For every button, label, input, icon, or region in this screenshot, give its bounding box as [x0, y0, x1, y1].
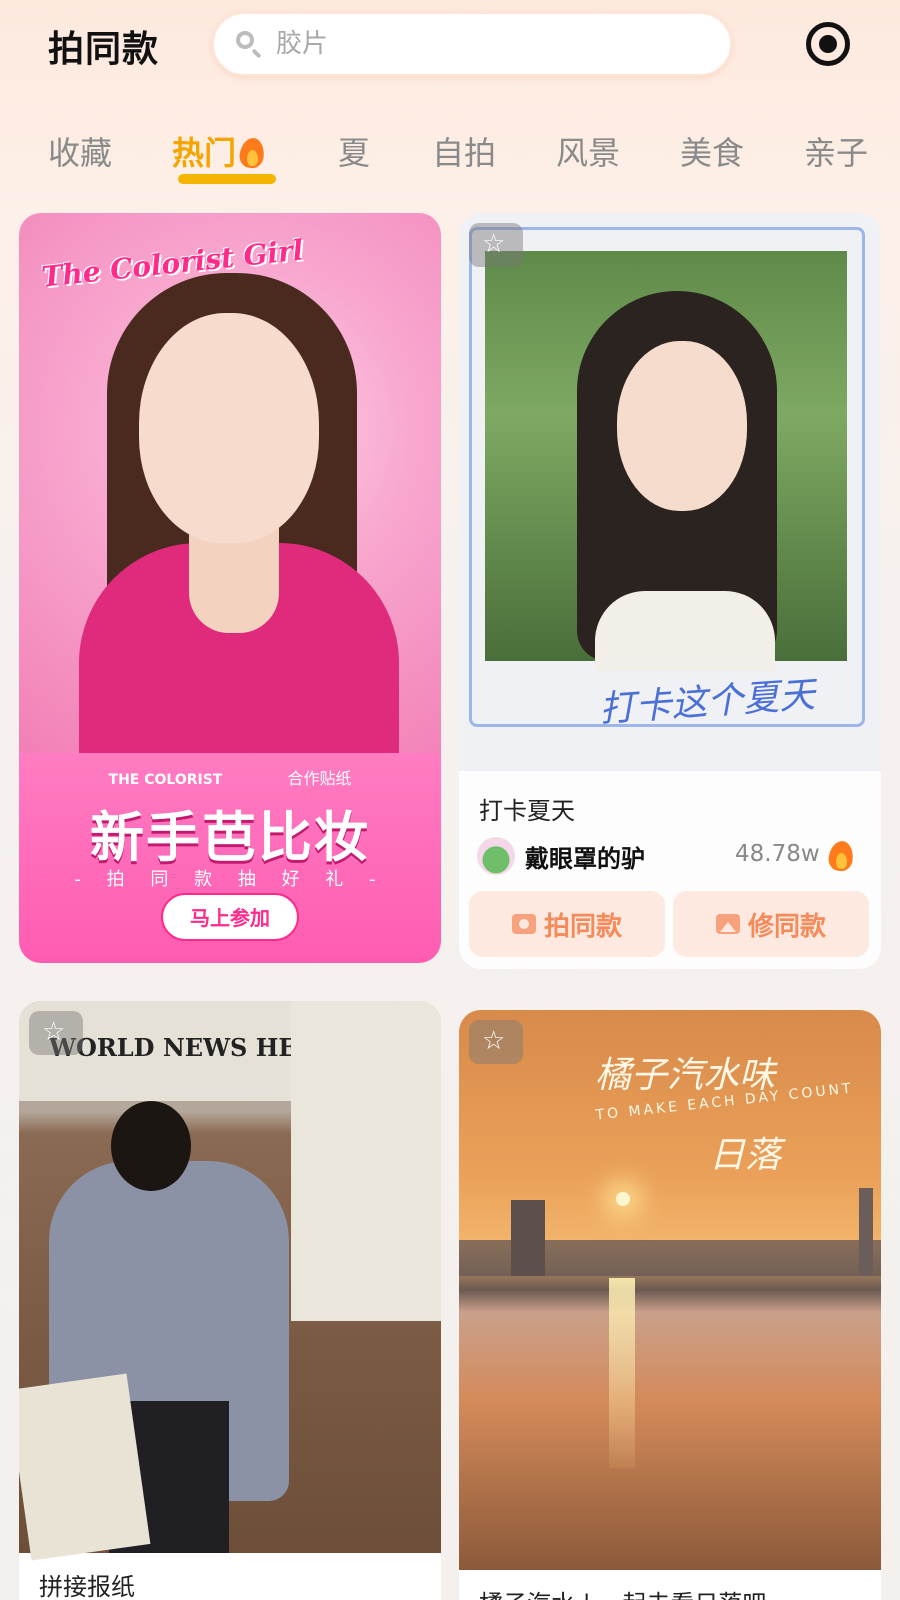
camera-icon [511, 914, 536, 934]
tab-favorites[interactable]: 收藏 [48, 128, 112, 174]
template-card[interactable]: 橘子汽水味 TO MAKE EACH DAY COUNT 日落 ☆ 橘子汽水 |… [459, 1010, 881, 1600]
star-icon[interactable]: ☆ [29, 1011, 83, 1055]
join-now-button[interactable]: 马上参加 [161, 893, 299, 941]
search-icon [234, 29, 264, 59]
active-tab-indicator [178, 174, 276, 184]
page-title: 拍同款 [48, 29, 160, 70]
promo-banner: THE COLORIST 合作贴纸 新手芭比妆 - 拍 同 款 抽 好 礼 - … [19, 753, 441, 963]
header: 拍同款 [0, 0, 900, 92]
image-icon [715, 914, 740, 934]
category-tabs: 收藏 热门 夏 自拍 风景 美食 亲子 [0, 118, 900, 198]
search-input[interactable] [276, 29, 676, 59]
promo-subline: - 拍 同 款 抽 好 礼 - [74, 869, 386, 890]
card-title: 橘子汽水 | 一起去看日落吧 [479, 1584, 766, 1600]
template-card[interactable]: 打卡这个夏天 ☆ 打卡夏天 戴眼罩的驴 48.78w 拍同款 修同款 [459, 213, 881, 969]
popularity-count: 48.78w [735, 841, 820, 867]
promo-image: The Colorist Girl [19, 213, 441, 773]
flame-icon [827, 837, 855, 873]
tab-hot[interactable]: 热门 [172, 128, 266, 174]
star-icon[interactable]: ☆ [469, 1020, 523, 1064]
shoot-same-button[interactable]: 拍同款 [469, 891, 665, 957]
tab-selfie[interactable]: 自拍 [432, 128, 496, 174]
card-title: 拼接报纸 [39, 1573, 135, 1600]
author-name[interactable]: 戴眼罩的驴 [525, 839, 645, 874]
search-bar[interactable] [212, 12, 732, 76]
template-image: 打卡这个夏天 ☆ [459, 213, 881, 771]
star-icon[interactable]: ☆ [469, 223, 523, 267]
promo-partner: THE COLORIST 合作贴纸 [19, 765, 441, 789]
promo-headline: 新手芭比妆 [90, 806, 370, 869]
template-image: WORLD NEWS HERALD ☆ [19, 1001, 441, 1561]
promo-card[interactable]: The Colorist Girl THE COLORIST 合作贴纸 新手芭比… [19, 213, 441, 963]
record-icon[interactable] [806, 22, 850, 66]
tab-label: 热门 [172, 134, 237, 172]
button-label: 拍同款 [543, 911, 622, 942]
tab-food[interactable]: 美食 [680, 128, 744, 174]
partner-brand: THE COLORIST [108, 772, 223, 788]
partner-label: 合作贴纸 [287, 769, 352, 788]
edit-same-button[interactable]: 修同款 [673, 891, 869, 957]
template-image: 橘子汽水味 TO MAKE EACH DAY COUNT 日落 ☆ [459, 1010, 881, 1570]
tab-summer[interactable]: 夏 [338, 128, 370, 174]
template-card[interactable]: WORLD NEWS HERALD ☆ 拼接报纸 [19, 1001, 441, 1600]
button-label: 修同款 [747, 911, 826, 942]
tab-scenery[interactable]: 风景 [556, 128, 620, 174]
tab-family[interactable]: 亲子 [804, 128, 868, 174]
avatar[interactable] [477, 837, 515, 875]
image-handwriting-2: 日落 [709, 1135, 782, 1176]
card-title: 打卡夏天 [479, 797, 575, 825]
flame-icon [238, 134, 266, 170]
image-handwriting: 橘子汽水味 [595, 1055, 776, 1096]
